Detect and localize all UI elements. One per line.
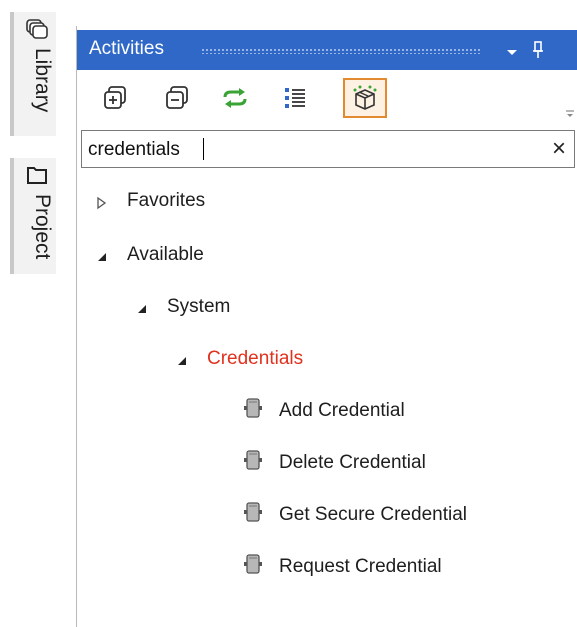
collapse-arrow-icon[interactable]: [95, 248, 109, 262]
activity-request-credential[interactable]: Request Credential: [243, 552, 442, 582]
project-icon: [25, 164, 49, 191]
activity-delete-credential[interactable]: Delete Credential: [243, 448, 426, 478]
library-icon: [25, 18, 49, 45]
activity-label: Request Credential: [279, 556, 442, 577]
activity-label: Get Secure Credential: [279, 504, 467, 525]
panel-toolbar: [77, 72, 577, 124]
list-view-button[interactable]: [277, 80, 313, 116]
expand-all-icon: [104, 86, 126, 109]
tree-node-credentials[interactable]: Credentials: [175, 344, 303, 374]
collapse-all-button[interactable]: [159, 80, 195, 116]
tree-node-label: Credentials: [207, 348, 304, 369]
tree-node-available[interactable]: Available: [95, 240, 204, 270]
activity-get-secure-credential[interactable]: Get Secure Credential: [243, 500, 467, 530]
tree-node-system[interactable]: System: [135, 292, 230, 322]
tree-node-favorites[interactable]: Favorites: [95, 186, 205, 216]
search-input[interactable]: credentials: [88, 139, 180, 161]
tree-node-label: Available: [127, 244, 204, 265]
expand-all-button[interactable]: [97, 80, 133, 116]
side-tab-strip: Library Project: [0, 0, 70, 627]
search-field[interactable]: credentials ×: [81, 130, 575, 168]
activity-icon: [243, 449, 263, 477]
project-tab-label: Project: [31, 194, 54, 260]
text-cursor: [203, 138, 204, 160]
project-tab[interactable]: Project: [10, 158, 56, 274]
panel-title: Activities: [89, 38, 164, 59]
toolbar-overflow-icon[interactable]: [565, 106, 575, 124]
panel-menu-dropdown-icon[interactable]: [505, 44, 519, 62]
activity-label: Delete Credential: [279, 452, 426, 473]
activity-icon: [243, 397, 263, 425]
activity-icon: [243, 501, 263, 529]
activities-panel: Activities credentials × Favorites Avail…: [76, 26, 577, 627]
collapse-arrow-icon[interactable]: [175, 352, 189, 366]
refresh-button[interactable]: [217, 80, 253, 116]
library-tab-label: Library: [31, 48, 54, 113]
clear-search-icon[interactable]: ×: [552, 135, 566, 163]
available-activities-button[interactable]: [343, 78, 387, 118]
pin-icon[interactable]: [531, 40, 545, 65]
refresh-icon: [223, 88, 247, 108]
tree-node-label: System: [167, 296, 231, 317]
activity-add-credential[interactable]: Add Credential: [243, 396, 405, 426]
activity-label: Add Credential: [279, 400, 405, 421]
list-icon: [285, 88, 305, 108]
collapse-arrow-icon[interactable]: [135, 300, 149, 314]
package-icon: [353, 85, 377, 110]
collapse-all-icon: [166, 86, 188, 109]
expand-arrow-icon[interactable]: [95, 194, 109, 210]
panel-title-bar: Activities: [77, 30, 577, 70]
title-bar-grip: [201, 48, 481, 54]
tree-node-label: Favorites: [127, 190, 206, 211]
activity-icon: [243, 553, 263, 581]
library-tab[interactable]: Library: [10, 12, 56, 136]
